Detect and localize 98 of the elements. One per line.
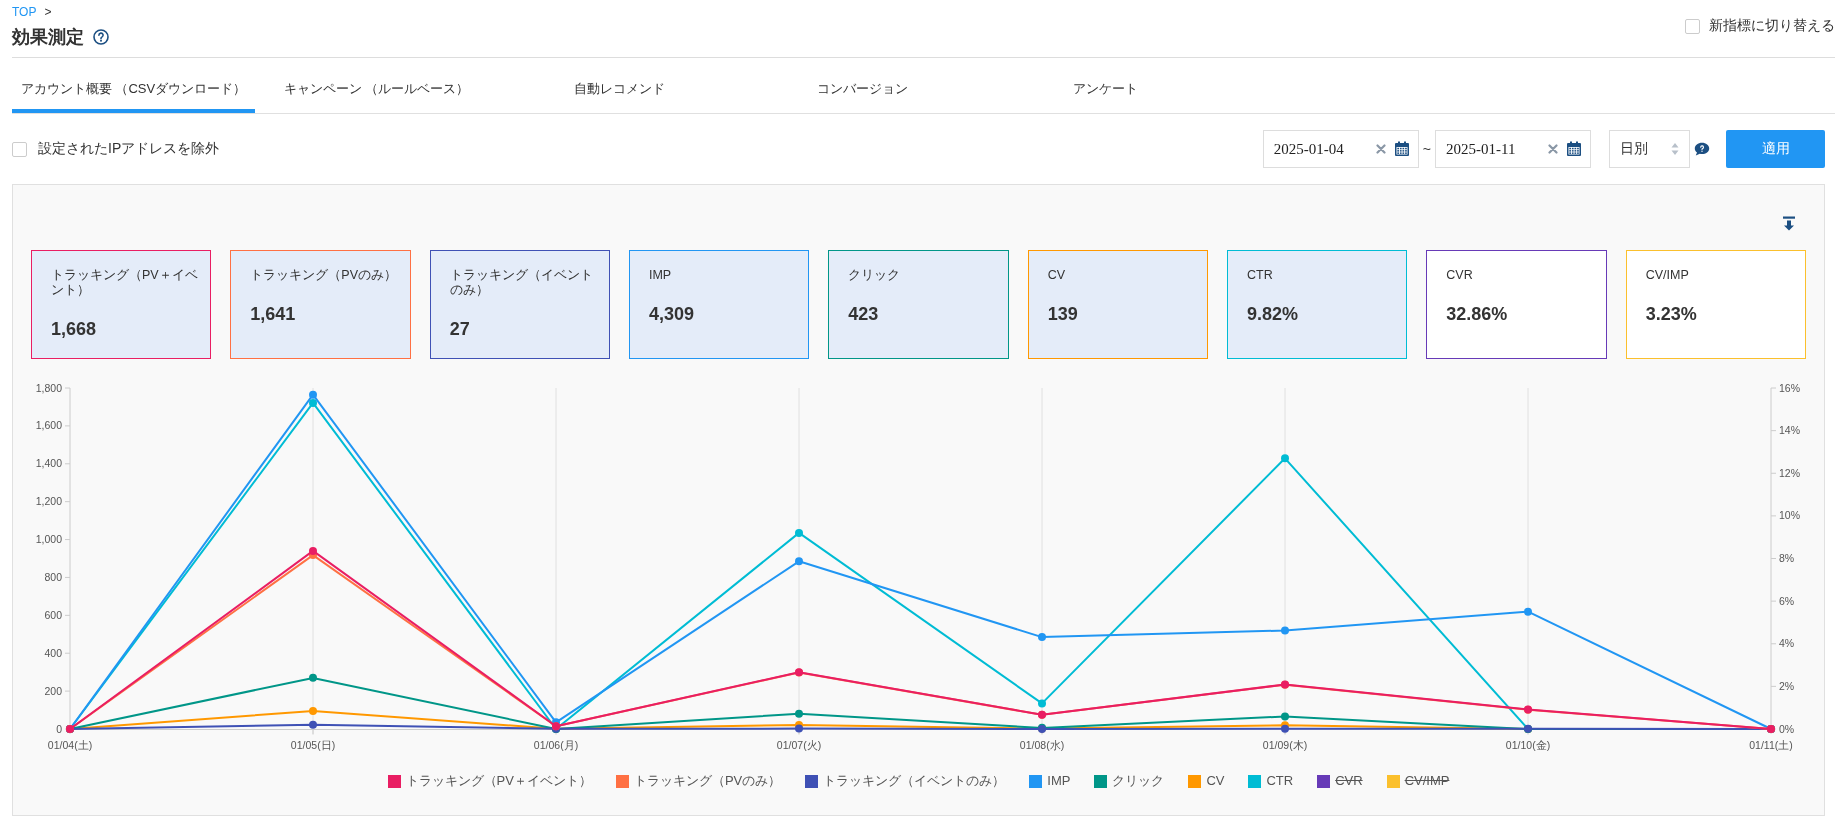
x-axis-label: 01/09(木)	[1262, 739, 1308, 751]
updown-arrows-icon	[1671, 141, 1679, 157]
metric-value: 1,641	[250, 303, 297, 325]
data-point	[1281, 454, 1289, 463]
tab[interactable]: アンケート	[984, 58, 1227, 113]
metric-value: 423	[848, 303, 880, 325]
data-point	[795, 709, 803, 718]
metric-card[interactable]: トラッキング（PV＋イベント） 1,668	[31, 250, 212, 359]
tab[interactable]: アカウント概要 （CSVダウンロード）	[12, 58, 255, 113]
metric-label: トラッキング（PV＋イベント）	[51, 268, 199, 298]
y-axis-label: 1,000	[35, 533, 62, 546]
metric-label: トラッキング（PVのみ）	[250, 268, 398, 283]
x-axis-label: 01/05(日)	[290, 739, 336, 751]
data-point	[1524, 607, 1532, 616]
x-axis-label: 01/04(土)	[47, 739, 93, 751]
y-axis-label: 1,400	[35, 457, 62, 470]
y-axis-label: 4%	[1779, 637, 1795, 650]
page-title: 効果測定	[12, 26, 84, 49]
y-axis-label: 6%	[1779, 594, 1795, 607]
x-axis-label: 01/07(火)	[776, 739, 822, 751]
legend-item[interactable]: CV/IMP	[1386, 773, 1450, 789]
data-point	[795, 528, 803, 537]
y-axis-label: 16%	[1779, 381, 1800, 394]
y-axis-label: 2%	[1779, 679, 1795, 692]
y-axis-label: 800	[44, 570, 62, 583]
legend-item[interactable]: トラッキング（PVのみ）	[615, 773, 782, 789]
checkbox-label: 新指標に切り替える	[1709, 17, 1835, 35]
help-icon[interactable]	[93, 29, 109, 45]
data-point	[309, 673, 317, 682]
tab[interactable]: 自動レコメンド	[498, 58, 741, 113]
y-axis-label: 1,800	[35, 381, 62, 394]
y-axis-label: 14%	[1779, 424, 1800, 437]
download-icon[interactable]	[1782, 216, 1796, 231]
metric-card[interactable]: トラッキング（イベントのみ） 27	[429, 250, 610, 359]
checkbox[interactable]	[1685, 18, 1700, 34]
metric-value: 3.23%	[1645, 303, 1698, 325]
legend-item[interactable]: トラッキング（イベントのみ）	[805, 773, 1006, 789]
checkbox[interactable]	[12, 141, 27, 157]
metric-label: CVR	[1446, 268, 1474, 283]
metric-card[interactable]: CVR 32.86%	[1426, 250, 1607, 359]
date-field[interactable]: 2025-01-11	[1435, 130, 1591, 168]
metric-label: CTR	[1247, 268, 1274, 283]
metric-value: 27	[449, 318, 471, 340]
legend-item[interactable]: IMP	[1029, 773, 1071, 789]
y-axis-label: 8%	[1779, 552, 1795, 564]
metric-value: 32.86%	[1446, 303, 1509, 325]
metric-card[interactable]: CV/IMP 3.23%	[1625, 250, 1806, 359]
help-bubble-icon[interactable]	[1694, 142, 1710, 156]
data-point	[795, 557, 803, 566]
metric-value: 9.82%	[1247, 303, 1300, 325]
checkbox-label: 設定されたIPアドレスを除外	[38, 140, 220, 158]
data-point	[1038, 699, 1046, 708]
y-axis-label: 200	[44, 684, 62, 697]
metric-card[interactable]: IMP 4,309	[629, 250, 810, 359]
data-point	[1281, 626, 1289, 635]
metric-label: CV	[1047, 268, 1067, 283]
y-axis-label: 0	[56, 722, 62, 735]
calendar-icon[interactable]	[1393, 141, 1410, 157]
range-separator: ~	[1422, 141, 1431, 157]
metric-card[interactable]: CV 139	[1027, 250, 1208, 359]
breadcrumb-separator: >	[44, 5, 52, 20]
metric-label: トラッキング（イベントのみ）	[449, 268, 594, 298]
clear-icon[interactable]	[1548, 144, 1558, 154]
data-point	[309, 720, 317, 729]
metric-card[interactable]: トラッキング（PVのみ） 1,641	[230, 250, 411, 359]
metric-value: 139	[1047, 303, 1079, 325]
metric-value: 4,309	[649, 303, 696, 325]
interval-select[interactable]: 日別	[1609, 130, 1690, 168]
clear-icon[interactable]	[1375, 144, 1386, 154]
metric-value: 1,668	[51, 318, 98, 340]
metric-card[interactable]: CTR 9.82%	[1227, 250, 1408, 359]
legend-item[interactable]: CV	[1188, 773, 1225, 789]
metric-card[interactable]: クリック 423	[828, 250, 1009, 359]
y-axis-label: 1,200	[35, 495, 62, 508]
legend-item[interactable]: クリック	[1094, 773, 1165, 789]
x-axis-label: 01/11(土)	[1749, 739, 1793, 751]
y-axis-label: 12%	[1779, 466, 1800, 479]
legend-item[interactable]: CTR	[1248, 773, 1294, 789]
y-axis-label: 1,600	[35, 419, 62, 432]
data-point	[309, 707, 317, 715]
metric-label: CV/IMP	[1645, 268, 1690, 283]
metric-label: IMP	[649, 268, 673, 283]
metric-label: クリック	[848, 268, 902, 283]
tab[interactable]: コンバージョン	[741, 58, 984, 113]
data-point	[1524, 724, 1532, 733]
legend-item[interactable]: トラッキング（PV＋イベント）	[387, 773, 592, 789]
y-axis-label: 10%	[1779, 509, 1800, 522]
data-point	[1038, 633, 1046, 642]
date-field[interactable]: 2025-01-04	[1262, 130, 1419, 168]
legend-item[interactable]: CVR	[1317, 773, 1363, 789]
x-axis-label: 01/10(金)	[1505, 739, 1551, 751]
y-axis-label: 400	[44, 646, 62, 659]
x-axis-label: 01/06(月)	[533, 739, 579, 751]
y-axis-label: 0%	[1779, 722, 1795, 735]
calendar-icon[interactable]	[1566, 141, 1582, 157]
y-axis-label: 600	[44, 608, 62, 621]
tab[interactable]: キャンペーン （ルールベース）	[255, 58, 498, 113]
x-axis-label: 01/08(水)	[1019, 739, 1065, 751]
